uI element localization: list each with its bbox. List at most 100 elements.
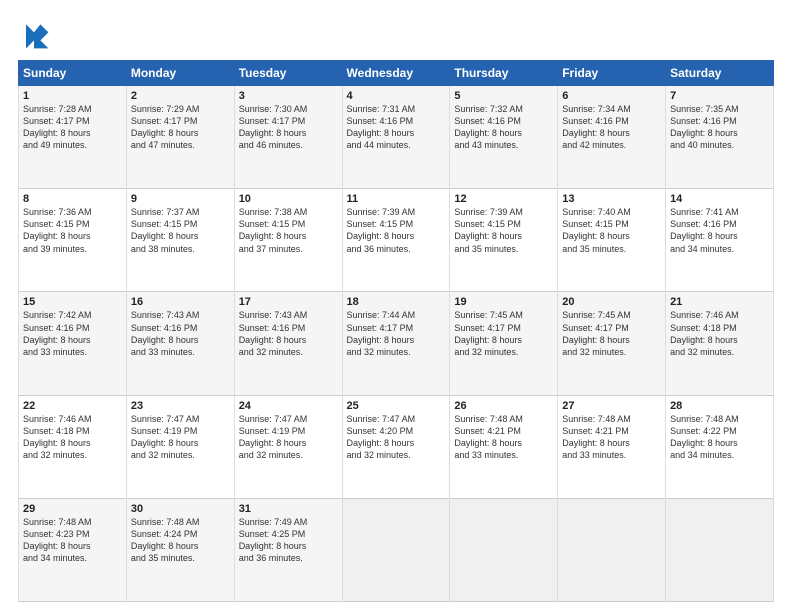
calendar-cell: 24Sunrise: 7:47 AMSunset: 4:19 PMDayligh…: [234, 395, 342, 498]
day-number: 10: [239, 193, 338, 205]
calendar-cell: 25Sunrise: 7:47 AMSunset: 4:20 PMDayligh…: [342, 395, 450, 498]
sunset-text: Sunset: 4:22 PM: [670, 425, 769, 437]
sunrise-text: Sunrise: 7:34 AM: [562, 103, 661, 115]
sunset-text: Sunset: 4:15 PM: [562, 218, 661, 230]
calendar-cell: 31Sunrise: 7:49 AMSunset: 4:25 PMDayligh…: [234, 498, 342, 601]
day-info: Sunrise: 7:43 AMSunset: 4:16 PMDaylight:…: [239, 309, 338, 358]
daylight-line2: and 36 minutes.: [239, 552, 338, 564]
calendar-cell: 6Sunrise: 7:34 AMSunset: 4:16 PMDaylight…: [558, 86, 666, 189]
day-number: 4: [347, 90, 446, 102]
sunrise-text: Sunrise: 7:48 AM: [131, 516, 230, 528]
calendar-cell: 10Sunrise: 7:38 AMSunset: 4:15 PMDayligh…: [234, 189, 342, 292]
week-row-5: 29Sunrise: 7:48 AMSunset: 4:23 PMDayligh…: [19, 498, 774, 601]
sunset-text: Sunset: 4:15 PM: [23, 218, 122, 230]
day-info: Sunrise: 7:45 AMSunset: 4:17 PMDaylight:…: [454, 309, 553, 358]
daylight-line2: and 40 minutes.: [670, 139, 769, 151]
sunrise-text: Sunrise: 7:45 AM: [454, 309, 553, 321]
day-info: Sunrise: 7:28 AMSunset: 4:17 PMDaylight:…: [23, 103, 122, 152]
week-row-4: 22Sunrise: 7:46 AMSunset: 4:18 PMDayligh…: [19, 395, 774, 498]
sunset-text: Sunset: 4:17 PM: [562, 322, 661, 334]
day-number: 23: [131, 400, 230, 412]
calendar-cell: 4Sunrise: 7:31 AMSunset: 4:16 PMDaylight…: [342, 86, 450, 189]
calendar-body: 1Sunrise: 7:28 AMSunset: 4:17 PMDaylight…: [19, 86, 774, 602]
day-number: 5: [454, 90, 553, 102]
sunset-text: Sunset: 4:17 PM: [23, 115, 122, 127]
sunset-text: Sunset: 4:24 PM: [131, 528, 230, 540]
daylight-line2: and 33 minutes.: [131, 346, 230, 358]
daylight-line1: Daylight: 8 hours: [23, 540, 122, 552]
day-number: 1: [23, 90, 122, 102]
day-number: 11: [347, 193, 446, 205]
sunrise-text: Sunrise: 7:35 AM: [670, 103, 769, 115]
week-row-2: 8Sunrise: 7:36 AMSunset: 4:15 PMDaylight…: [19, 189, 774, 292]
calendar-cell: 30Sunrise: 7:48 AMSunset: 4:24 PMDayligh…: [126, 498, 234, 601]
daylight-line2: and 32 minutes.: [347, 346, 446, 358]
daylight-line2: and 32 minutes.: [239, 346, 338, 358]
weekday-header-monday: Monday: [126, 61, 234, 86]
header: [18, 18, 774, 50]
daylight-line2: and 34 minutes.: [23, 552, 122, 564]
sunrise-text: Sunrise: 7:47 AM: [347, 413, 446, 425]
day-number: 20: [562, 296, 661, 308]
sunset-text: Sunset: 4:17 PM: [347, 322, 446, 334]
sunrise-text: Sunrise: 7:48 AM: [562, 413, 661, 425]
daylight-line1: Daylight: 8 hours: [131, 540, 230, 552]
daylight-line2: and 33 minutes.: [23, 346, 122, 358]
sunrise-text: Sunrise: 7:31 AM: [347, 103, 446, 115]
day-number: 22: [23, 400, 122, 412]
daylight-line2: and 34 minutes.: [670, 243, 769, 255]
sunset-text: Sunset: 4:17 PM: [239, 115, 338, 127]
day-info: Sunrise: 7:44 AMSunset: 4:17 PMDaylight:…: [347, 309, 446, 358]
daylight-line2: and 42 minutes.: [562, 139, 661, 151]
calendar-cell: 22Sunrise: 7:46 AMSunset: 4:18 PMDayligh…: [19, 395, 127, 498]
calendar-cell: 29Sunrise: 7:48 AMSunset: 4:23 PMDayligh…: [19, 498, 127, 601]
sunset-text: Sunset: 4:17 PM: [131, 115, 230, 127]
daylight-line1: Daylight: 8 hours: [23, 230, 122, 242]
daylight-line2: and 35 minutes.: [562, 243, 661, 255]
day-info: Sunrise: 7:30 AMSunset: 4:17 PMDaylight:…: [239, 103, 338, 152]
day-info: Sunrise: 7:45 AMSunset: 4:17 PMDaylight:…: [562, 309, 661, 358]
daylight-line2: and 44 minutes.: [347, 139, 446, 151]
sunrise-text: Sunrise: 7:48 AM: [454, 413, 553, 425]
calendar-cell: 18Sunrise: 7:44 AMSunset: 4:17 PMDayligh…: [342, 292, 450, 395]
calendar-cell: 21Sunrise: 7:46 AMSunset: 4:18 PMDayligh…: [666, 292, 774, 395]
daylight-line1: Daylight: 8 hours: [23, 437, 122, 449]
sunset-text: Sunset: 4:18 PM: [23, 425, 122, 437]
calendar-cell: 1Sunrise: 7:28 AMSunset: 4:17 PMDaylight…: [19, 86, 127, 189]
daylight-line2: and 49 minutes.: [23, 139, 122, 151]
sunset-text: Sunset: 4:15 PM: [454, 218, 553, 230]
day-info: Sunrise: 7:39 AMSunset: 4:15 PMDaylight:…: [347, 206, 446, 255]
day-number: 17: [239, 296, 338, 308]
day-info: Sunrise: 7:36 AMSunset: 4:15 PMDaylight:…: [23, 206, 122, 255]
sunrise-text: Sunrise: 7:29 AM: [131, 103, 230, 115]
calendar-cell: 13Sunrise: 7:40 AMSunset: 4:15 PMDayligh…: [558, 189, 666, 292]
daylight-line2: and 32 minutes.: [23, 449, 122, 461]
daylight-line1: Daylight: 8 hours: [670, 334, 769, 346]
daylight-line1: Daylight: 8 hours: [454, 334, 553, 346]
weekday-header-sunday: Sunday: [19, 61, 127, 86]
day-info: Sunrise: 7:42 AMSunset: 4:16 PMDaylight:…: [23, 309, 122, 358]
daylight-line1: Daylight: 8 hours: [239, 127, 338, 139]
calendar-cell: 7Sunrise: 7:35 AMSunset: 4:16 PMDaylight…: [666, 86, 774, 189]
sunset-text: Sunset: 4:15 PM: [239, 218, 338, 230]
day-number: 24: [239, 400, 338, 412]
sunrise-text: Sunrise: 7:49 AM: [239, 516, 338, 528]
day-number: 18: [347, 296, 446, 308]
weekday-header-thursday: Thursday: [450, 61, 558, 86]
daylight-line2: and 32 minutes.: [131, 449, 230, 461]
daylight-line1: Daylight: 8 hours: [347, 127, 446, 139]
calendar-cell: 3Sunrise: 7:30 AMSunset: 4:17 PMDaylight…: [234, 86, 342, 189]
day-number: 12: [454, 193, 553, 205]
week-row-1: 1Sunrise: 7:28 AMSunset: 4:17 PMDaylight…: [19, 86, 774, 189]
sunrise-text: Sunrise: 7:39 AM: [347, 206, 446, 218]
weekday-header-saturday: Saturday: [666, 61, 774, 86]
calendar-cell: [666, 498, 774, 601]
calendar-cell: [342, 498, 450, 601]
daylight-line1: Daylight: 8 hours: [562, 127, 661, 139]
day-info: Sunrise: 7:29 AMSunset: 4:17 PMDaylight:…: [131, 103, 230, 152]
day-number: 16: [131, 296, 230, 308]
day-number: 14: [670, 193, 769, 205]
sunset-text: Sunset: 4:16 PM: [239, 322, 338, 334]
calendar-cell: 14Sunrise: 7:41 AMSunset: 4:16 PMDayligh…: [666, 189, 774, 292]
day-info: Sunrise: 7:48 AMSunset: 4:23 PMDaylight:…: [23, 516, 122, 565]
